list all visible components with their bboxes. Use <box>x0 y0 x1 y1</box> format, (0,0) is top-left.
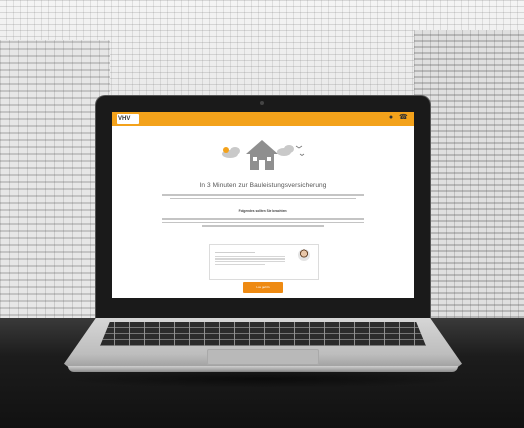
brand-logo[interactable]: VHV <box>117 114 139 124</box>
laptop-shadow <box>60 370 466 388</box>
birds-icon <box>295 145 305 156</box>
background-building-right <box>414 30 524 330</box>
advisor-avatar <box>298 249 310 261</box>
house-illustration <box>222 140 305 170</box>
background-building-left <box>0 40 110 330</box>
webcam <box>260 101 264 105</box>
page-headline: In 3 Minuten zur Bauleistungsversicherun… <box>199 182 327 189</box>
quote-text-placeholder <box>215 250 285 266</box>
advisor-quote-card <box>209 244 319 280</box>
section-subhead: Folgendes sollten Sie beachten: <box>238 209 288 213</box>
site-header-bar: VHV ● ☎ <box>112 112 414 126</box>
laptop-screen: VHV ● ☎ In 3 Minuten zur Bauleistungsver… <box>112 112 414 298</box>
laptop-lid: VHV ● ☎ In 3 Minuten zur Bauleistungsver… <box>96 96 430 324</box>
start-button[interactable]: Los geht's <box>243 282 283 293</box>
brand-logo-text: VHV <box>118 116 131 122</box>
sun-icon <box>223 147 229 153</box>
laptop-trackpad <box>207 349 319 365</box>
house-icon <box>246 140 278 170</box>
phone-icon[interactable]: ☎ <box>399 114 408 122</box>
keyboard-rows <box>100 322 426 346</box>
notes-text-placeholder <box>162 216 364 229</box>
intro-text-placeholder <box>162 192 364 201</box>
profile-icon[interactable]: ● <box>387 114 395 122</box>
cloud-icon-right <box>277 145 294 156</box>
